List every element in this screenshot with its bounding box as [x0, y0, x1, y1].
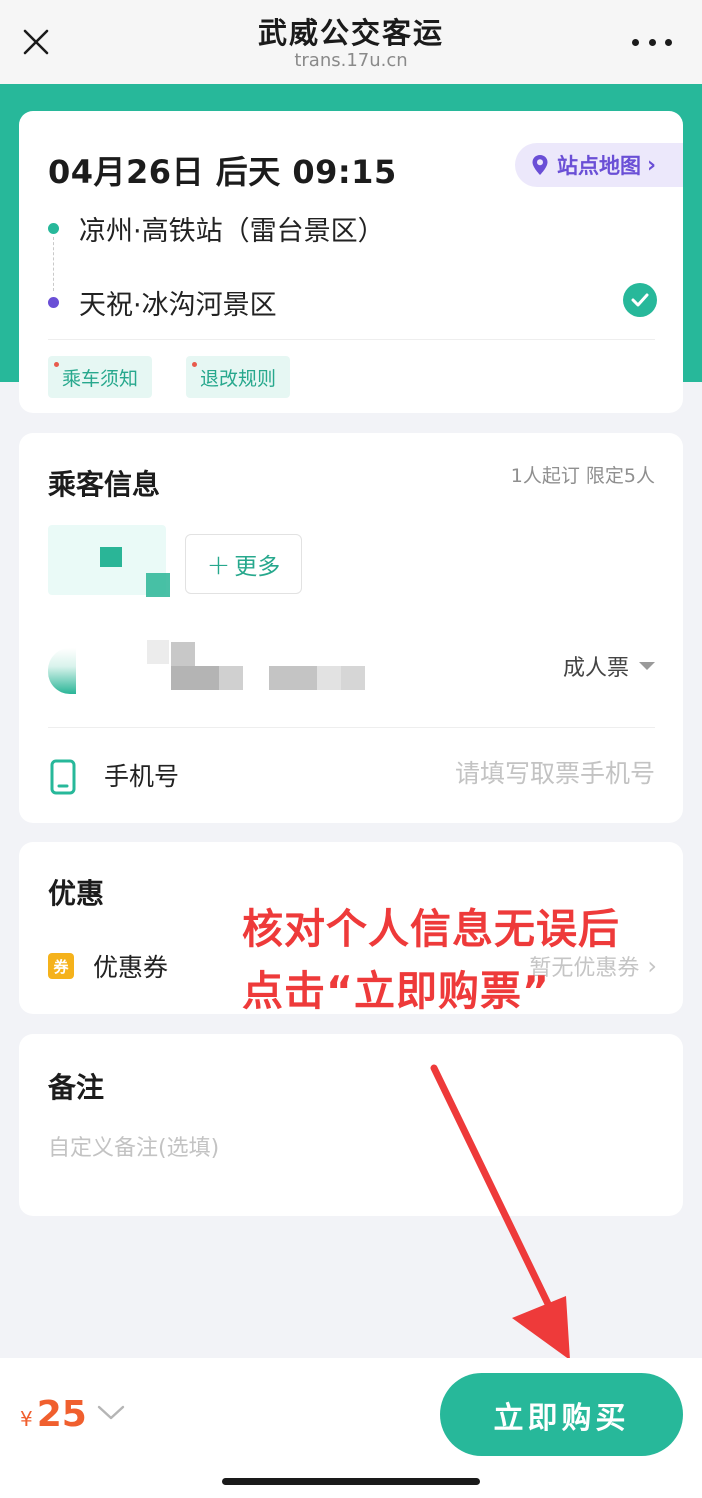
refund-rules-tag[interactable]: 退改规则 [186, 356, 291, 398]
end-stop: 天祝·冰沟河景区 [48, 283, 277, 322]
more-passengers-button[interactable]: + 更多 [185, 534, 302, 594]
plus-icon: + [206, 547, 231, 581]
passenger-chip[interactable] [48, 525, 170, 597]
start-stop-name: 凉州·高铁站（雷台景区） [79, 216, 385, 247]
redacted-id-5 [317, 666, 341, 690]
divider [48, 339, 655, 340]
selected-mark [146, 573, 170, 597]
remark-section-title: 备注 [48, 1071, 105, 1104]
instruction-line-2: 点击“立即购票” [242, 967, 550, 1015]
navbar: 武威公交客运 trans.17u.cn [0, 0, 702, 84]
passenger-card: 乘客信息 1人起订 限定5人 + 更多 成人票 手机号 [19, 433, 683, 823]
divider [48, 727, 655, 728]
ticket-type-select[interactable]: 成人票 [563, 650, 655, 682]
station-map-label: 站点地图 [557, 154, 641, 178]
coupon-icon: 券 [48, 953, 74, 979]
home-indicator-bar [222, 1478, 480, 1485]
end-stop-name: 天祝·冰沟河景区 [79, 290, 277, 321]
phone-input[interactable] [355, 751, 655, 795]
coupon-label: 优惠券 [93, 953, 169, 982]
redacted-name [100, 547, 122, 567]
ticket-type-label: 成人票 [562, 656, 629, 681]
departure-datetime: 04月26日 后天 09:15 [48, 153, 397, 191]
bottom-bar: ¥ 25 立即购买 [0, 1358, 702, 1470]
instruction-annotation: 核对个人信息无误后 点击“立即购票” [242, 898, 682, 1022]
passenger-row: 成人票 [19, 628, 683, 728]
boarding-notice-tag[interactable]: 乘车须知 [48, 356, 153, 398]
more-passengers-label: 更多 [234, 554, 281, 580]
location-pin-icon [532, 155, 548, 175]
remove-passenger-icon[interactable] [48, 648, 76, 694]
instruction-line-1: 核对个人信息无误后 [242, 905, 620, 953]
chevron-down-icon[interactable] [96, 1404, 126, 1422]
redacted-id-4 [269, 666, 317, 690]
redacted-id-6 [341, 666, 365, 690]
total-price: ¥ 25 [20, 1394, 87, 1435]
phone-icon [50, 759, 76, 795]
chevron-right-icon: › [647, 152, 657, 178]
start-stop: 凉州·高铁站（雷台景区） [48, 209, 385, 248]
price-amount: 25 [36, 1394, 87, 1435]
more-dots-icon[interactable] [632, 28, 672, 56]
page-url: trans.17u.cn [294, 50, 408, 71]
phone-label: 手机号 [104, 762, 180, 791]
redacted-passenger-name [147, 640, 169, 664]
check-icon [623, 283, 657, 317]
redacted-id-1 [171, 642, 195, 666]
passenger-section-title: 乘客信息 [48, 468, 161, 501]
page-title: 武威公交客运 [257, 16, 444, 50]
home-indicator [0, 1470, 702, 1498]
station-map-button[interactable]: 站点地图 › [515, 143, 683, 187]
currency-symbol: ¥ [20, 1407, 33, 1431]
red-arrow-icon [430, 1064, 570, 1360]
end-dot-icon [48, 297, 59, 308]
discount-section-title: 优惠 [48, 877, 105, 910]
passenger-limit: 1人起订 限定5人 [510, 465, 655, 487]
trip-card: 04月26日 后天 09:15 站点地图 › 凉州·高铁站（雷台景区） 天祝·冰… [19, 111, 683, 413]
caret-down-icon [639, 662, 655, 670]
start-dot-icon [48, 223, 59, 234]
redacted-id-3 [219, 666, 243, 690]
buy-now-button[interactable]: 立即购买 [440, 1373, 683, 1456]
